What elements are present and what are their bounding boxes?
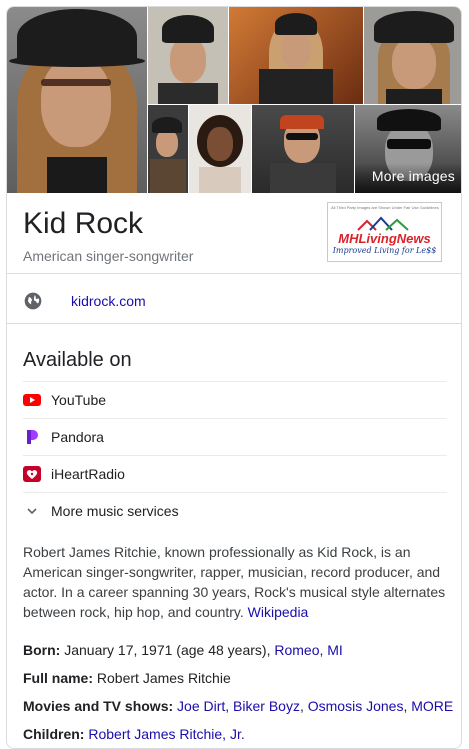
house-roofs-icon: [356, 216, 409, 231]
description-text: Robert James Ritchie, known professional…: [23, 544, 446, 620]
children-link[interactable]: Robert James Ritchie, Jr.: [88, 726, 244, 742]
image-5[interactable]: [148, 105, 188, 193]
entity-description: Robert James Ritchie, known professional…: [23, 542, 449, 622]
fact-value: Robert James Ritchie: [93, 670, 231, 686]
divider: [7, 323, 461, 324]
image-6[interactable]: [189, 105, 251, 193]
movie-link-osmosis-jones[interactable]: Osmosis Jones: [308, 698, 404, 714]
chevron-down-icon: [27, 508, 37, 515]
fact-label: Children:: [23, 726, 85, 742]
image-3[interactable]: [229, 7, 363, 104]
iheartradio-icon: [23, 466, 41, 482]
service-item-iheartradio[interactable]: iHeartRadio: [23, 455, 447, 492]
service-item-pandora[interactable]: Pandora: [23, 418, 447, 455]
pandora-icon: [27, 430, 38, 444]
service-label: iHeartRadio: [51, 466, 125, 482]
fact-label: Born:: [23, 642, 61, 658]
website-row: kidrock.com: [23, 291, 443, 313]
movies-more-link[interactable]: MORE: [411, 698, 453, 714]
mhlivingnews-logo: All Third Party Images are Shown Under F…: [327, 202, 442, 262]
service-label: Pandora: [51, 429, 104, 445]
globe-icon: [24, 292, 42, 310]
fact-label: Full name:: [23, 670, 94, 686]
service-label: YouTube: [51, 392, 107, 408]
born-place-link[interactable]: Romeo, MI: [274, 642, 342, 658]
logo-tagline: Improved Living for Le$$: [332, 246, 437, 255]
fact-value: January 17, 1971 (age 48 years),: [60, 642, 275, 658]
more-music-services[interactable]: More music services: [23, 492, 447, 529]
website-link[interactable]: kidrock.com: [71, 293, 146, 309]
logo-fine-print: All Third Party Images are Shown Under F…: [331, 205, 439, 210]
entity-title: Kid Rock: [23, 207, 144, 240]
image-7[interactable]: [252, 105, 354, 193]
divider: [7, 273, 461, 274]
fact-full-name: Full name: Robert James Ritchie: [23, 670, 453, 686]
fact-label: Movies and TV shows:: [23, 698, 174, 714]
service-item-youtube[interactable]: YouTube: [23, 381, 447, 418]
fact-children: Children: Robert James Ritchie, Jr.: [23, 726, 453, 742]
image-2[interactable]: [148, 7, 228, 104]
more-images-label[interactable]: More images: [372, 168, 455, 184]
wikipedia-link[interactable]: Wikipedia: [248, 604, 309, 620]
image-8-more[interactable]: More images: [355, 105, 461, 193]
logo-name: MHLivingNews: [338, 231, 431, 246]
entity-subtitle: American singer-songwriter: [23, 248, 194, 264]
more-services-label: More music services: [51, 503, 179, 519]
image-4[interactable]: [364, 7, 461, 104]
fact-movies: Movies and TV shows: Joe Dirt, Biker Boy…: [23, 698, 454, 714]
youtube-icon: [23, 394, 41, 406]
knowledge-panel: More images Kid Rock American singer-son…: [6, 6, 462, 749]
fact-born: Born: January 17, 1971 (age 48 years), R…: [23, 642, 453, 658]
movie-link-biker-boyz[interactable]: Biker Boyz: [233, 698, 300, 714]
available-on-heading: Available on: [23, 349, 132, 371]
movie-link-joe-dirt[interactable]: Joe Dirt: [177, 698, 225, 714]
image-main[interactable]: [7, 7, 147, 193]
